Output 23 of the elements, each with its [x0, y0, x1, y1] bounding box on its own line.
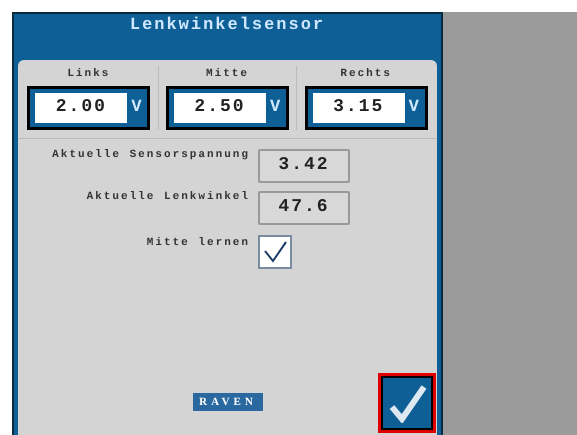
logo: RAVEN: [193, 392, 263, 411]
checkbox-label: Mitte lernen: [146, 236, 250, 250]
readout-value: 3.42: [258, 148, 350, 182]
field-label: Links: [67, 67, 110, 82]
voltage-field[interactable]: 2.00 V: [27, 86, 150, 130]
learn-checkbox[interactable]: [258, 234, 292, 268]
unit-label: V: [131, 96, 142, 119]
window-title: Lenkwinkelsensor: [128, 15, 326, 37]
check-icon: [387, 383, 427, 423]
field-value: 2.50: [194, 96, 246, 119]
readout-value: 47.6: [258, 190, 350, 224]
confirm-button[interactable]: [378, 373, 436, 433]
field-label: Rechts: [340, 67, 392, 82]
unit-label: V: [270, 96, 280, 119]
check-icon: [262, 240, 288, 264]
voltage-field[interactable]: 3.15 V: [304, 86, 428, 130]
field-label: Mitte: [206, 67, 250, 82]
readout-label: Aktuelle Lenkwinkel: [86, 190, 250, 202]
readout-label: Aktuelle Sensorspannung: [51, 148, 250, 160]
field-value: 2.00: [56, 96, 107, 119]
field-value: 3.15: [333, 96, 384, 119]
unit-label: V: [408, 96, 419, 119]
voltage-field[interactable]: 2.50 V: [166, 86, 289, 130]
